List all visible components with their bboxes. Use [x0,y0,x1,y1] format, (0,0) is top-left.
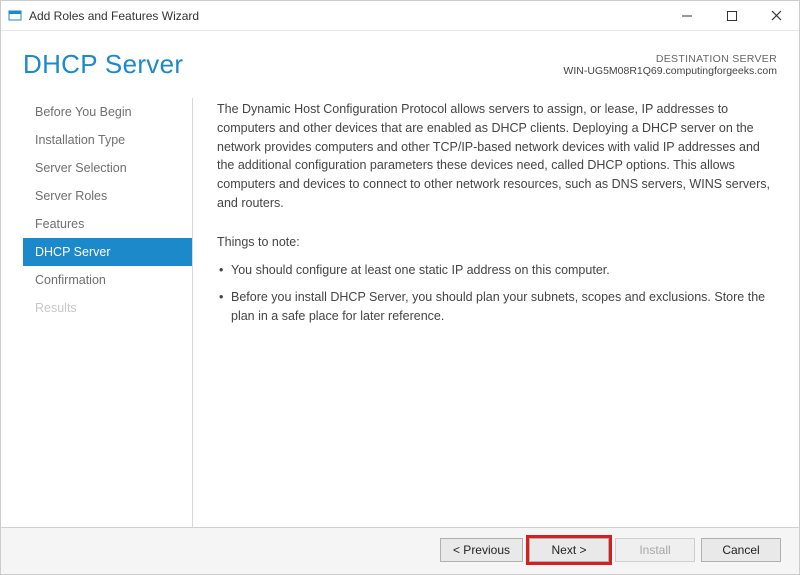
wizard-header: DHCP Server DESTINATION SERVER WIN-UG5M0… [1,31,799,94]
things-to-note-label: Things to note: [217,233,775,252]
notes-list: You should configure at least one static… [217,261,775,325]
nav-dhcp-server[interactable]: DHCP Server [23,238,192,266]
page-title: DHCP Server [23,49,183,80]
next-button[interactable]: Next > [529,538,609,562]
maximize-button[interactable] [709,1,754,30]
note-item: You should configure at least one static… [217,261,775,280]
app-icon [7,8,23,24]
nav-features[interactable]: Features [23,210,192,238]
body-pane: The Dynamic Host Configuration Protocol … [193,94,777,527]
previous-button[interactable]: < Previous [440,538,523,562]
nav-installation-type[interactable]: Installation Type [23,126,192,154]
window-title: Add Roles and Features Wizard [29,9,664,23]
destination-name: WIN-UG5M08R1Q69.computingforgeeks.com [563,65,777,77]
window-controls [664,1,799,30]
intro-paragraph: The Dynamic Host Configuration Protocol … [217,100,775,213]
cancel-button[interactable]: Cancel [701,538,781,562]
nav-confirmation[interactable]: Confirmation [23,266,192,294]
destination-block: DESTINATION SERVER WIN-UG5M08R1Q69.compu… [563,49,777,77]
destination-label: DESTINATION SERVER [563,53,777,65]
minimize-button[interactable] [664,1,709,30]
nav-server-selection[interactable]: Server Selection [23,154,192,182]
nav-results: Results [23,294,192,322]
install-button: Install [615,538,695,562]
wizard-nav: Before You Begin Installation Type Serve… [23,94,193,527]
content-area: Before You Begin Installation Type Serve… [1,94,799,527]
wizard-footer: < Previous Next > Install Cancel [1,527,799,574]
titlebar: Add Roles and Features Wizard [1,1,799,31]
nav-server-roles[interactable]: Server Roles [23,182,192,210]
note-item: Before you install DHCP Server, you shou… [217,288,775,326]
nav-before-you-begin[interactable]: Before You Begin [23,98,192,126]
close-button[interactable] [754,1,799,30]
